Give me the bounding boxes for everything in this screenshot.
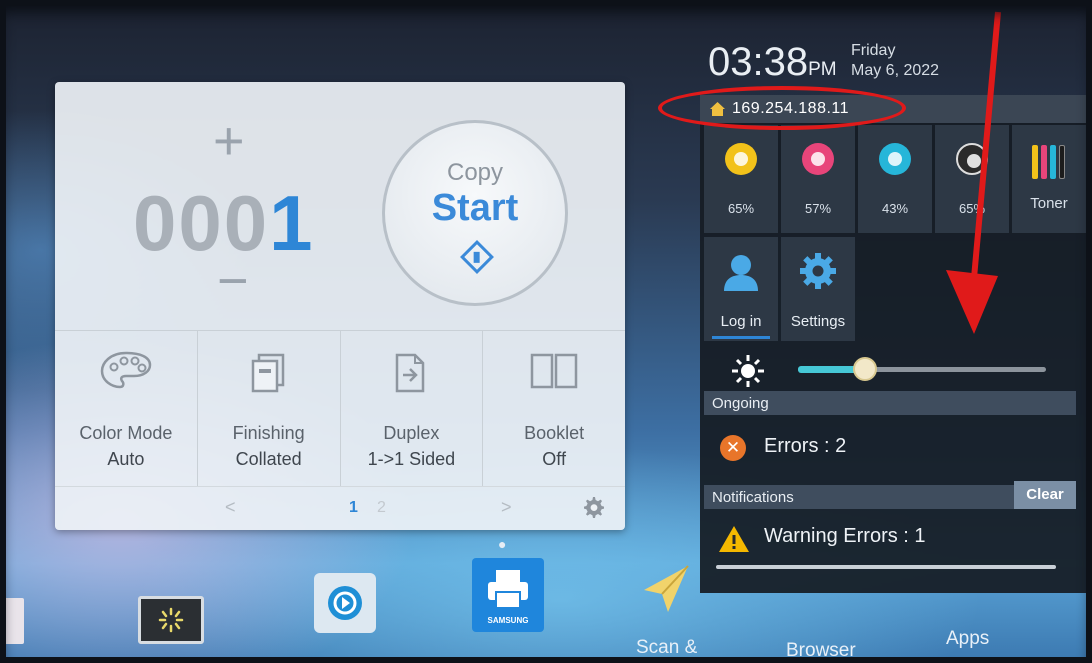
brand-label: SAMSUNG (487, 616, 529, 625)
pager-prev-button[interactable]: < (225, 497, 236, 518)
color-mode-option[interactable]: Color Mode Auto (55, 331, 198, 486)
finishing-option[interactable]: Finishing Collated (198, 331, 341, 486)
pager-page-2[interactable]: 2 (377, 499, 386, 517)
toner-yellow-percent: 65% (727, 201, 755, 216)
finishing-label: Finishing (232, 423, 305, 443)
function-pager: < 1 2 > (55, 486, 625, 530)
booklet-option[interactable]: Booklet Off (483, 331, 625, 486)
booklet-icon (530, 353, 578, 389)
clock-ampm: PM (808, 59, 837, 80)
ongoing-errors-text: Errors : 2 (764, 435, 847, 457)
booklet-label: Booklet (524, 423, 585, 443)
finishing-value: Collated (235, 449, 302, 469)
toner-bars-icon (1032, 145, 1065, 179)
start-diamond-icon (460, 240, 494, 274)
start-button-line2: Start (431, 187, 519, 229)
toner-yellow-icon (725, 143, 757, 175)
toner-magenta-icon (802, 143, 834, 175)
date-day: Friday (851, 42, 896, 59)
duplex-option[interactable]: Duplex 1->1 Sided (341, 331, 484, 486)
notifications-header-label: Notifications (712, 489, 794, 506)
dock-app-partial[interactable] (0, 598, 24, 644)
ongoing-header-label: Ongoing (712, 395, 769, 412)
dock-label-apps[interactable]: Apps (946, 628, 989, 650)
sync-icon (328, 586, 362, 620)
finishing-icon (251, 353, 284, 393)
clear-button[interactable]: Clear (1014, 481, 1076, 509)
dock-app-loading[interactable] (138, 596, 204, 644)
gear-icon[interactable] (581, 495, 605, 519)
color-mode-label: Color Mode (79, 423, 173, 443)
toner-cyan[interactable]: 43% (858, 125, 932, 233)
brightness-slider-handle[interactable] (852, 357, 877, 381)
quick-actions: Log in Settings (704, 237, 855, 341)
duplex-label: Duplex (383, 423, 440, 443)
start-button-line1: Copy (446, 159, 504, 186)
copy-panel: + 0001 − Copy Start Color Mode Auto Fini… (55, 82, 625, 530)
annotation-circle (658, 86, 906, 130)
dock-app-sync[interactable] (314, 573, 376, 633)
toner-levels: 65% 57% 43% 65% Toner (704, 125, 1086, 233)
color-mode-value: Auto (107, 449, 145, 469)
dock-app-print[interactable]: SAMSUNG (472, 558, 544, 632)
user-icon (724, 255, 758, 291)
brightness-control (700, 345, 1088, 391)
increase-count-button[interactable]: + (213, 110, 245, 172)
date-display: Friday May 6, 2022 (851, 41, 939, 81)
warning-icon (719, 526, 749, 552)
palette-icon (100, 351, 152, 389)
date-full: May 6, 2022 (851, 62, 940, 79)
warning-errors-item[interactable]: Warning Errors : 1 (704, 515, 1076, 557)
printer-icon (488, 570, 528, 609)
dock-label-browser[interactable]: Browser (786, 640, 856, 662)
clock-time: 03:38 (708, 40, 809, 84)
toner-tile-label: Toner (1030, 195, 1068, 212)
notification-panel: 169.254.188.11 65% 57% 43% 65% Toner Log… (700, 95, 1088, 593)
error-x-icon: ✕ (720, 435, 746, 461)
login-underline (712, 336, 770, 339)
settings-label: Settings (790, 313, 846, 330)
copy-count-value: 1 (269, 179, 315, 267)
pager-page-1[interactable]: 1 (349, 499, 358, 517)
ongoing-errors-item[interactable]: ✕ Errors : 2 (704, 425, 1076, 467)
duplex-value: 1->1 Sided (367, 449, 456, 469)
toner-summary-tile[interactable]: Toner (1012, 125, 1086, 233)
clock: 03:38PM (708, 40, 837, 85)
decrease-count-button[interactable]: − (217, 250, 249, 312)
dock-label-scan[interactable]: Scan & (636, 637, 697, 659)
loading-spinner-icon (158, 607, 184, 633)
copy-functions-row: Color Mode Auto Finishing Collated Duple… (55, 330, 625, 486)
send-paper-plane-icon[interactable] (640, 562, 692, 616)
pager-next-button[interactable]: > (501, 497, 512, 518)
copy-start-button[interactable]: Copy Start (382, 120, 568, 306)
panel-drag-handle[interactable] (716, 565, 1056, 569)
ongoing-header: Ongoing (704, 391, 1076, 415)
home-indicator-icon[interactable]: ● (498, 536, 506, 552)
warning-errors-text: Warning Errors : 1 (764, 525, 926, 547)
toner-magenta[interactable]: 57% (781, 125, 855, 233)
toner-yellow[interactable]: 65% (704, 125, 778, 233)
toner-cyan-percent: 43% (881, 201, 909, 216)
brightness-icon (732, 355, 764, 387)
duplex-icon (396, 353, 425, 393)
toner-magenta-percent: 57% (804, 201, 832, 216)
settings-button[interactable]: Settings (781, 237, 855, 341)
copy-count-leading-zeros: 000 (133, 179, 270, 267)
annotation-arrow (946, 11, 1001, 334)
login-label: Log in (720, 313, 762, 330)
settings-gear-icon (800, 253, 836, 289)
notifications-header: Notifications Clear (704, 481, 1076, 509)
toner-cyan-icon (879, 143, 911, 175)
login-button[interactable]: Log in (704, 237, 778, 341)
booklet-value: Off (542, 449, 566, 469)
